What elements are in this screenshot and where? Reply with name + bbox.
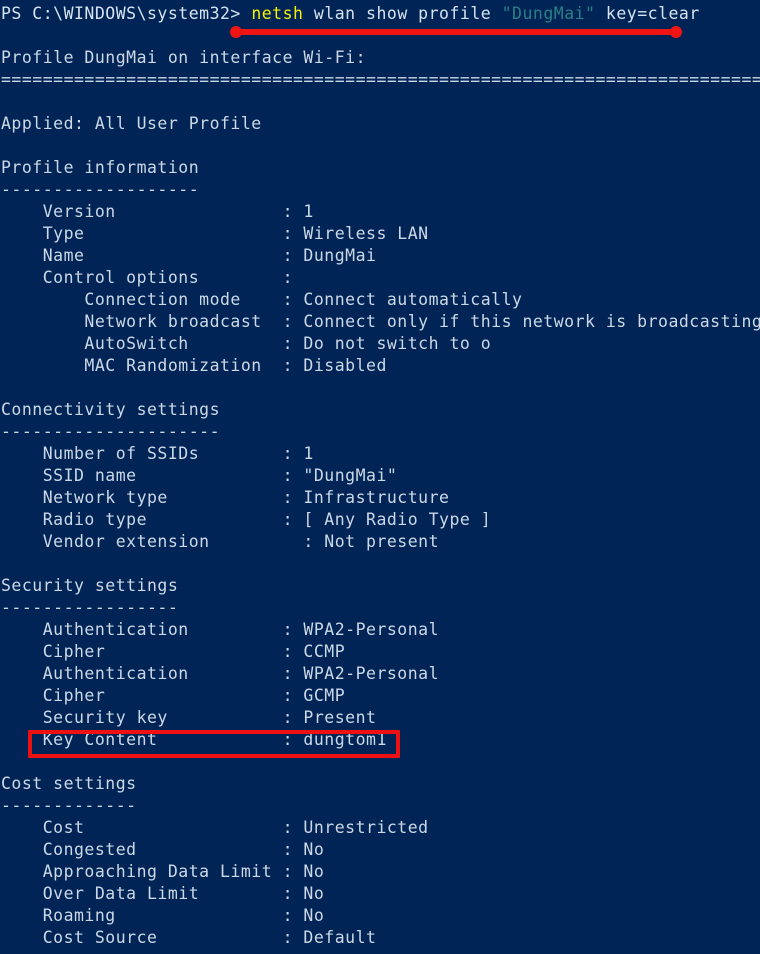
output-row: Network type : Infrastructure [1, 488, 450, 507]
output-row: Cost Source : Default [1, 928, 377, 947]
command-args-post: key=clear [595, 4, 700, 23]
output-row: Over Data Limit : No [1, 884, 325, 903]
section-underline: --------------------- [1, 422, 221, 441]
command-executable: netsh [251, 4, 304, 23]
section-title: Connectivity settings [1, 400, 221, 419]
divider-line: ========================================… [1, 70, 760, 89]
command-args-pre: wlan show profile [303, 4, 502, 23]
output-row: Authentication : WPA2-Personal [1, 664, 440, 683]
section-underline: ----------------- [1, 598, 179, 617]
output-row: Vendor extension : Not present [1, 532, 440, 551]
output-row: Name : DungMai [1, 246, 377, 265]
output-row: Security key : Present [1, 708, 377, 727]
output-row: Cipher : CCMP [1, 642, 346, 661]
applied-line: Applied: All User Profile [1, 114, 262, 133]
output-row: Number of SSIDs : 1 [1, 444, 314, 463]
output-row: Cost : Unrestricted [1, 818, 429, 837]
output-row: Approaching Data Limit : No [1, 862, 325, 881]
console-output-area[interactable]: PS C:\WINDOWS\system32> netsh wlan show … [0, 3, 760, 949]
section-title: Security settings [1, 576, 179, 595]
section-title: Cost settings [1, 774, 137, 793]
output-row: Congested : No [1, 840, 325, 859]
profile-header-line: Profile DungMai on interface Wi-Fi: [1, 48, 367, 67]
output-row: AutoSwitch : Do not switch to o [1, 334, 492, 353]
shell-prompt: PS C:\WINDOWS\system32> [1, 4, 241, 23]
output-sections: Profile information ------------------- V… [0, 157, 760, 949]
output-row: Roaming : No [1, 906, 325, 925]
powershell-console-window[interactable]: PS C:\WINDOWS\system32> netsh wlan show … [0, 0, 760, 954]
output-row: Connection mode : Connect automatically [1, 290, 523, 309]
output-row: Type : Wireless LAN [1, 224, 429, 243]
output-row: Authentication : WPA2-Personal [1, 620, 440, 639]
output-row: Network broadcast : Connect only if this… [1, 312, 760, 331]
output-row: Cipher : GCMP [1, 686, 346, 705]
prompt-line[interactable]: PS C:\WINDOWS\system32> netsh wlan show … [0, 3, 760, 25]
command-underline-annotation [230, 26, 682, 38]
output-row: MAC Randomization : Disabled [1, 356, 387, 375]
command-quoted-arg: "DungMai" [501, 4, 596, 23]
section-underline: ------------- [1, 796, 137, 815]
key-content-highlight-annotation [28, 730, 400, 758]
output-row: Radio type : [ Any Radio Type ] [1, 510, 492, 529]
output-row: Control options : [1, 268, 294, 287]
output-row: Version : 1 [1, 202, 314, 221]
section-underline: ------------------- [1, 180, 200, 199]
output-row: SSID name : "DungMai" [1, 466, 398, 485]
section-title: Profile information [1, 158, 200, 177]
